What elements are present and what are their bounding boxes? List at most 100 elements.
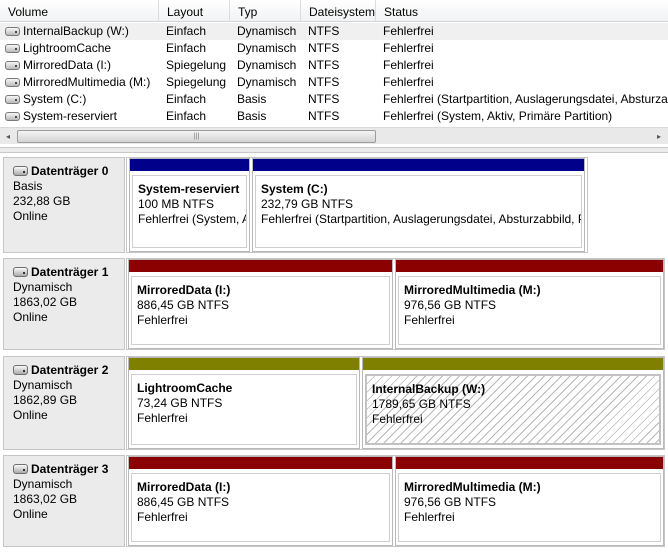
volume-row[interactable]: System (C:) Einfach Basis NTFS Fehlerfre…: [0, 91, 668, 108]
partition-name: MirroredData (I:): [137, 480, 231, 494]
disk-size: 1863,02 GB: [13, 295, 78, 309]
disk-icon: [13, 464, 28, 474]
grip-icon: |||: [193, 133, 200, 140]
disk-name: Datenträger 0: [31, 164, 109, 178]
partition-mirrored-multimedia[interactable]: MirroredMultimedia (M:) 976,56 GB NTFS F…: [395, 456, 664, 546]
horizontal-scrollbar[interactable]: ◂ ||| ▸: [0, 127, 668, 144]
partition-name: System (C:): [261, 182, 328, 196]
partition-body: MirroredMultimedia (M:) 976,56 GB NTFS F…: [398, 473, 661, 542]
volume-row[interactable]: MirroredData (I:) Spiegelung Dynamisch N…: [0, 57, 668, 74]
column-header-dateisystem[interactable]: Dateisystem: [301, 0, 376, 22]
partition-status: Fehlerfrei (Startpartition, Auslagerungs…: [261, 212, 581, 226]
volume-filesystem: NTFS: [308, 109, 340, 123]
disk-size: 232,88 GB: [13, 194, 71, 208]
volume-icon: [5, 78, 20, 87]
disk-size: 1863,02 GB: [13, 492, 78, 506]
disk-2[interactable]: Datenträger 2 Dynamisch 1862,89 GB Onlin…: [3, 356, 665, 450]
partition-internal-backup[interactable]: InternalBackup (W:) 1789,65 GB NTFS Fehl…: [362, 357, 664, 449]
volume-status: Fehlerfrei (System, Aktiv, Primäre Parti…: [383, 109, 613, 123]
volume-filesystem: NTFS: [308, 41, 340, 55]
volume-layout: Einfach: [166, 109, 207, 123]
partition-name: MirroredMultimedia (M:): [404, 283, 541, 297]
partition-system-c[interactable]: System (C:) 232,79 GB NTFS Fehlerfrei (S…: [252, 158, 585, 252]
volume-type: Dynamisch: [237, 24, 297, 38]
volume-name: System-reserviert: [23, 109, 118, 123]
partition-body: System (C:) 232,79 GB NTFS Fehlerfrei (S…: [255, 175, 582, 248]
volume-status: Fehlerfrei: [383, 75, 434, 89]
partition-body: MirroredData (I:) 886,45 GB NTFS Fehlerf…: [131, 473, 390, 542]
partition-mirrored-multimedia[interactable]: MirroredMultimedia (M:) 976,56 GB NTFS F…: [395, 259, 664, 349]
partition-body: MirroredMultimedia (M:) 976,56 GB NTFS F…: [398, 276, 661, 345]
disk-map: Datenträger 0 Basis 232,88 GB Online Sys…: [0, 153, 668, 553]
scroll-right-icon[interactable]: ▸: [651, 129, 667, 144]
volume-name: MirroredMultimedia (M:): [23, 75, 151, 89]
volume-status: Fehlerfrei (Startpartition, Auslagerungs…: [383, 92, 668, 106]
disk-label[interactable]: Datenträger 0 Basis 232,88 GB Online: [3, 157, 125, 253]
partition-status: Fehlerfrei: [137, 510, 188, 524]
disk-status: Online: [13, 408, 48, 422]
volume-layout: Einfach: [166, 24, 207, 38]
disk-status: Online: [13, 209, 48, 223]
disk-icon: [13, 365, 28, 375]
column-header-typ[interactable]: Typ: [230, 0, 301, 22]
disk-status: Online: [13, 507, 48, 521]
partition-size: 976,56 GB NTFS: [404, 298, 497, 312]
volume-layout: Spiegelung: [166, 75, 227, 89]
partition-color-bar: [130, 159, 249, 171]
volume-icon: [5, 61, 20, 70]
disk-name: Datenträger 1: [31, 265, 109, 279]
partition-body: System-reserviert 100 MB NTFS Fehlerfrei…: [132, 175, 247, 248]
partition-mirrored-data[interactable]: MirroredData (I:) 886,45 GB NTFS Fehlerf…: [128, 456, 393, 546]
disk-name: Datenträger 2: [31, 363, 109, 377]
partition-status: Fehlerfrei: [137, 411, 188, 425]
partition-status: Fehlerfrei: [404, 313, 455, 327]
disk-partitions: LightroomCache 73,24 GB NTFS Fehlerfrei …: [126, 356, 665, 450]
volume-layout: Spiegelung: [166, 58, 227, 72]
volume-row[interactable]: LightroomCache Einfach Dynamisch NTFS Fe…: [0, 40, 668, 57]
column-header-status[interactable]: Status: [376, 0, 668, 22]
partition-mirrored-data[interactable]: MirroredData (I:) 886,45 GB NTFS Fehlerf…: [128, 259, 393, 349]
partition-system-reserved[interactable]: System-reserviert 100 MB NTFS Fehlerfrei…: [129, 158, 250, 252]
column-header-volume[interactable]: Volume: [0, 0, 159, 22]
volume-list[interactable]: Volume Layout Typ Dateisystem Status Int…: [0, 0, 668, 147]
disk-type: Dynamisch: [13, 477, 73, 491]
volume-filesystem: NTFS: [308, 75, 340, 89]
volume-filesystem: NTFS: [308, 24, 340, 38]
partition-name: MirroredData (I:): [137, 283, 231, 297]
partition-status: Fehlerfrei: [137, 313, 188, 327]
partition-name: InternalBackup (W:): [372, 382, 486, 396]
partition-name: System-reserviert: [138, 182, 240, 196]
partition-size: 232,79 GB NTFS: [261, 197, 354, 211]
partition-color-bar: [363, 358, 663, 370]
volume-row[interactable]: InternalBackup (W:) Einfach Dynamisch NT…: [0, 23, 668, 40]
disk-label[interactable]: Datenträger 3 Dynamisch 1863,02 GB Onlin…: [3, 455, 125, 547]
scroll-left-icon[interactable]: ◂: [0, 129, 16, 144]
volume-layout: Einfach: [166, 41, 207, 55]
volume-icon: [5, 95, 20, 104]
partition-size: 73,24 GB NTFS: [137, 396, 223, 410]
volume-type: Dynamisch: [237, 75, 297, 89]
volume-icon: [5, 27, 20, 36]
disk-type: Basis: [13, 179, 43, 193]
volume-row[interactable]: MirroredMultimedia (M:) Spiegelung Dynam…: [0, 74, 668, 91]
volume-filesystem: NTFS: [308, 58, 340, 72]
disk-partitions: MirroredData (I:) 886,45 GB NTFS Fehlerf…: [126, 258, 665, 350]
disk-1[interactable]: Datenträger 1 Dynamisch 1863,02 GB Onlin…: [3, 258, 665, 350]
volume-status: Fehlerfrei: [383, 58, 434, 72]
partition-body: MirroredData (I:) 886,45 GB NTFS Fehlerf…: [131, 276, 390, 345]
column-header-layout[interactable]: Layout: [159, 0, 230, 22]
partition-status: Fehlerfrei: [372, 412, 423, 426]
partition-color-bar: [396, 260, 663, 272]
partition-color-bar: [396, 457, 663, 469]
volume-type: Dynamisch: [237, 41, 297, 55]
volume-row[interactable]: System-reserviert Einfach Basis NTFS Feh…: [0, 108, 668, 125]
scroll-thumb[interactable]: |||: [17, 130, 376, 143]
disk-3[interactable]: Datenträger 3 Dynamisch 1863,02 GB Onlin…: [3, 455, 665, 547]
partition-lightroom-cache[interactable]: LightroomCache 73,24 GB NTFS Fehlerfrei: [128, 357, 360, 449]
volume-name: LightroomCache: [23, 41, 112, 55]
disk-label[interactable]: Datenträger 1 Dynamisch 1863,02 GB Onlin…: [3, 258, 125, 350]
disk-0[interactable]: Datenträger 0 Basis 232,88 GB Online Sys…: [3, 157, 665, 253]
disk-label[interactable]: Datenträger 2 Dynamisch 1862,89 GB Onlin…: [3, 356, 125, 450]
disk-type: Dynamisch: [13, 378, 73, 392]
volume-name: System (C:): [23, 92, 87, 106]
